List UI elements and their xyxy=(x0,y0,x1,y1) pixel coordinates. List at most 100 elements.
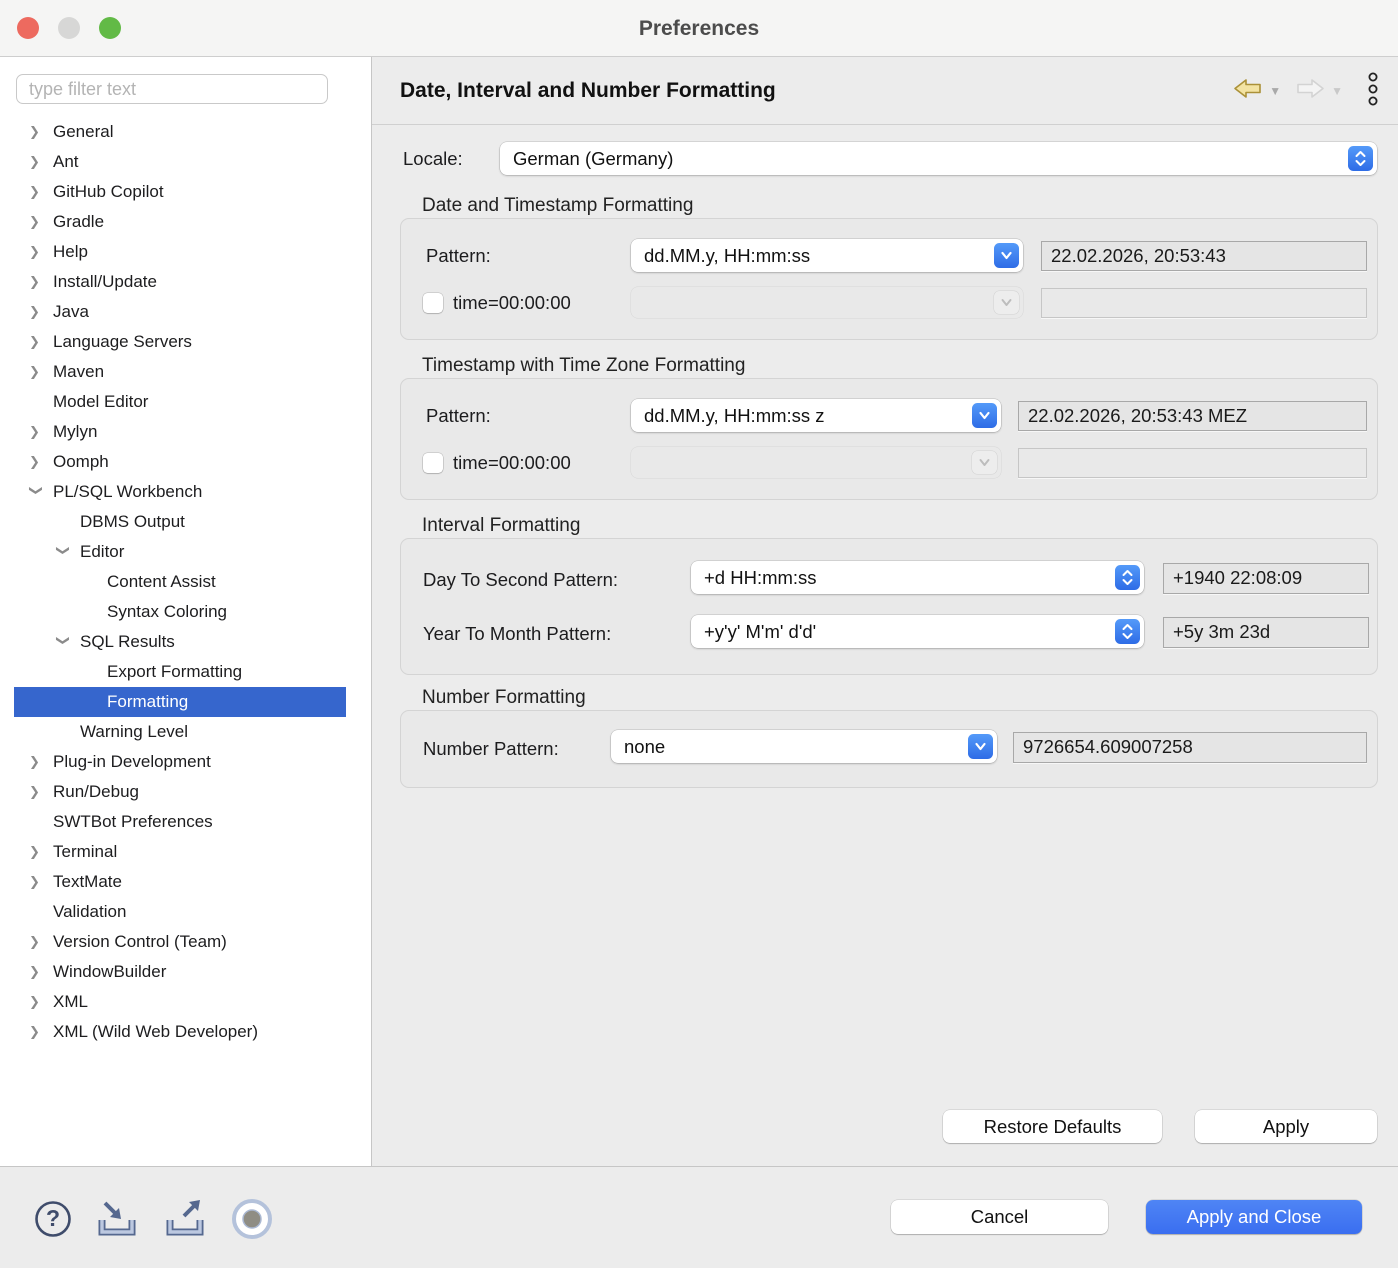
cancel-button[interactable]: Cancel xyxy=(891,1200,1108,1234)
main-panel: Date, Interval and Number Formatting ▼ ▼ xyxy=(372,57,1398,1166)
tz-midnight-combo xyxy=(631,447,1001,478)
tree-item-label: Validation xyxy=(53,897,126,927)
date-pattern-combo[interactable]: dd.MM.y, HH:mm:ss xyxy=(631,239,1023,272)
tree-item-label: DBMS Output xyxy=(80,507,185,537)
record-preferences-icon[interactable] xyxy=(230,1197,274,1246)
chevron-right-icon[interactable]: ❯ xyxy=(29,927,53,957)
forward-menu-icon: ▼ xyxy=(1331,84,1343,98)
export-preferences-icon[interactable] xyxy=(162,1198,208,1245)
apply-button[interactable]: Apply xyxy=(1195,1110,1377,1143)
tree-item-export-formatting[interactable]: Export Formatting xyxy=(14,657,346,687)
tree-item-version-control-team[interactable]: ❯Version Control (Team) xyxy=(14,927,346,957)
tree-item-terminal[interactable]: ❯Terminal xyxy=(14,837,346,867)
chevron-right-icon[interactable]: ❯ xyxy=(29,1017,53,1047)
tree-item-install-update[interactable]: ❯Install/Update xyxy=(14,267,346,297)
chevron-down-icon[interactable]: ❯ xyxy=(48,635,78,659)
tz-midnight-label: time=00:00:00 xyxy=(453,450,571,476)
chevron-right-icon[interactable]: ❯ xyxy=(29,297,53,327)
tree-item-label: XML xyxy=(53,987,88,1017)
tree-item-syntax-coloring[interactable]: Syntax Coloring xyxy=(14,597,346,627)
tz-pattern-label: Pattern: xyxy=(426,399,491,432)
view-menu-icon[interactable] xyxy=(1366,69,1380,114)
import-preferences-icon[interactable] xyxy=(94,1198,140,1245)
tree-item-model-editor[interactable]: Model Editor xyxy=(14,387,346,417)
chevron-right-icon[interactable]: ❯ xyxy=(29,777,53,807)
date-midnight-preview-field xyxy=(1041,288,1367,318)
down-chevron-icon xyxy=(994,243,1019,268)
chevron-right-icon[interactable]: ❯ xyxy=(29,357,53,387)
tree-item-pl-sql-workbench[interactable]: ❯PL/SQL Workbench xyxy=(14,477,346,507)
tree-item-formatting[interactable]: Formatting xyxy=(14,687,346,717)
tz-pattern-value: dd.MM.y, HH:mm:ss z xyxy=(644,399,965,432)
restore-defaults-button[interactable]: Restore Defaults xyxy=(943,1110,1162,1143)
filter-input[interactable] xyxy=(16,74,328,104)
tree-item-dbms-output[interactable]: DBMS Output xyxy=(14,507,346,537)
tree-item-general[interactable]: ❯General xyxy=(14,117,346,147)
tree-item-warning-level[interactable]: Warning Level xyxy=(14,717,346,747)
tree-item-label: TextMate xyxy=(53,867,122,897)
chevron-right-icon[interactable]: ❯ xyxy=(29,957,53,987)
back-icon[interactable] xyxy=(1232,76,1264,106)
apply-and-close-button[interactable]: Apply and Close xyxy=(1146,1200,1362,1234)
tree-item-ant[interactable]: ❯Ant xyxy=(14,147,346,177)
number-pattern-value: none xyxy=(624,730,961,763)
tree-item-maven[interactable]: ❯Maven xyxy=(14,357,346,387)
chevron-right-icon[interactable]: ❯ xyxy=(29,987,53,1017)
chevron-right-icon[interactable]: ❯ xyxy=(29,207,53,237)
help-icon[interactable]: ? xyxy=(34,1200,72,1243)
tree-item-windowbuilder[interactable]: ❯WindowBuilder xyxy=(14,957,346,987)
year-to-month-value: +y'y' M'm' d'd' xyxy=(704,615,1108,648)
tree-item-label: XML (Wild Web Developer) xyxy=(53,1017,258,1047)
tree-item-help[interactable]: ❯Help xyxy=(14,237,346,267)
chevron-right-icon[interactable]: ❯ xyxy=(29,867,53,897)
tz-group: Pattern: dd.MM.y, HH:mm:ss z 22.02.2026,… xyxy=(400,378,1378,500)
tree-item-oomph[interactable]: ❯Oomph xyxy=(14,447,346,477)
tree-item-validation[interactable]: Validation xyxy=(14,897,346,927)
tree-item-sql-results[interactable]: ❯SQL Results xyxy=(14,627,346,657)
chevron-right-icon[interactable]: ❯ xyxy=(29,447,53,477)
tree-item-plug-in-development[interactable]: ❯Plug-in Development xyxy=(14,747,346,777)
back-menu-icon[interactable]: ▼ xyxy=(1269,84,1281,98)
number-preview-field: 9726654.609007258 xyxy=(1013,732,1367,763)
tree-item-mylyn[interactable]: ❯Mylyn xyxy=(14,417,346,447)
tree-item-java[interactable]: ❯Java xyxy=(14,297,346,327)
chevron-down-icon[interactable]: ❯ xyxy=(21,485,51,509)
chevron-right-icon[interactable]: ❯ xyxy=(29,117,53,147)
tree-item-label: Mylyn xyxy=(53,417,97,447)
chevron-right-icon[interactable]: ❯ xyxy=(29,267,53,297)
interval-group-title: Interval Formatting xyxy=(422,515,580,537)
tree-item-language-servers[interactable]: ❯Language Servers xyxy=(14,327,346,357)
chevron-right-icon[interactable]: ❯ xyxy=(29,837,53,867)
tree-item-gradle[interactable]: ❯Gradle xyxy=(14,207,346,237)
year-to-month-select[interactable]: +y'y' M'm' d'd' xyxy=(691,615,1144,648)
tree-item-run-debug[interactable]: ❯Run/Debug xyxy=(14,777,346,807)
tree-item-swtbot-preferences[interactable]: SWTBot Preferences xyxy=(14,807,346,837)
chevron-right-icon[interactable]: ❯ xyxy=(29,417,53,447)
tz-preview-field: 22.02.2026, 20:53:43 MEZ xyxy=(1018,401,1367,431)
tree-item-github-copilot[interactable]: ❯GitHub Copilot xyxy=(14,177,346,207)
number-pattern-label: Number Pattern: xyxy=(423,732,559,765)
tree-item-label: Run/Debug xyxy=(53,777,139,807)
chevron-right-icon[interactable]: ❯ xyxy=(29,177,53,207)
tree-item-textmate[interactable]: ❯TextMate xyxy=(14,867,346,897)
tree-item-editor[interactable]: ❯Editor xyxy=(14,537,346,567)
locale-select[interactable]: German (Germany) xyxy=(500,142,1377,175)
chevron-right-icon[interactable]: ❯ xyxy=(29,237,53,267)
number-pattern-combo[interactable]: none xyxy=(611,730,997,763)
chevron-down-icon[interactable]: ❯ xyxy=(48,545,78,569)
tree-item-label: Maven xyxy=(53,357,104,387)
tz-midnight-checkbox[interactable] xyxy=(423,453,443,473)
date-midnight-checkbox[interactable] xyxy=(423,293,443,313)
down-chevron-icon xyxy=(972,403,997,428)
tz-pattern-combo[interactable]: dd.MM.y, HH:mm:ss z xyxy=(631,399,1001,432)
tree-item-xml-wild-web-developer[interactable]: ❯XML (Wild Web Developer) xyxy=(14,1017,346,1047)
tree-item-xml[interactable]: ❯XML xyxy=(14,987,346,1017)
day-to-second-select[interactable]: +d HH:mm:ss xyxy=(691,561,1144,594)
tree-item-content-assist[interactable]: Content Assist xyxy=(14,567,346,597)
chevron-right-icon[interactable]: ❯ xyxy=(29,327,53,357)
updown-chevron-icon xyxy=(1115,619,1140,644)
interval-group: Day To Second Pattern: +d HH:mm:ss +1940… xyxy=(400,538,1378,675)
chevron-right-icon[interactable]: ❯ xyxy=(29,147,53,177)
number-group: Number Pattern: none 9726654.609007258 xyxy=(400,710,1378,788)
chevron-right-icon[interactable]: ❯ xyxy=(29,747,53,777)
